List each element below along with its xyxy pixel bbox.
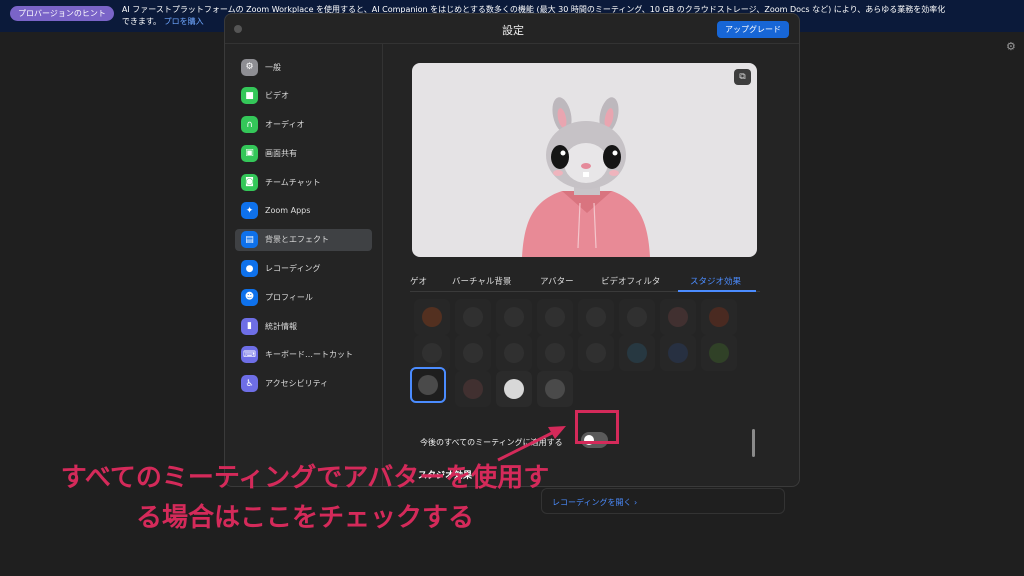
effect-tile[interactable]	[496, 335, 532, 371]
sidebar-item-audio[interactable]: ∩ オーディオ	[235, 114, 372, 136]
sidebar-item-profile[interactable]: ☻ プロフィール	[235, 286, 372, 308]
sidebar-item-keyboard-shortcuts[interactable]: ⌨ キーボード…ートカット	[235, 344, 372, 366]
apply-all-meetings-label: 今後のすべてのミーティングに適用する	[420, 438, 563, 447]
effect-tile[interactable]	[537, 371, 573, 407]
effect-tile[interactable]	[414, 335, 450, 371]
background-icon: ▤	[241, 231, 258, 249]
effect-tile[interactable]	[537, 299, 573, 335]
effect-tile[interactable]	[660, 335, 696, 371]
effect-tile[interactable]	[455, 371, 491, 407]
sidebar-item-general[interactable]: ⚙ 一般	[235, 56, 372, 78]
tab-video[interactable]: ゲオ	[410, 275, 427, 287]
title-bar: 設定 アップグレード	[225, 14, 799, 44]
effects-tabs: ゲオ バーチャル背景 アバター ビデオフィルタ スタジオ効果	[410, 270, 760, 292]
apps-icon: ✦	[241, 202, 258, 220]
record-icon: ●	[241, 260, 258, 278]
effect-tile[interactable]	[537, 335, 573, 371]
tab-video-filter[interactable]: ビデオフィルタ	[601, 275, 660, 287]
active-tab-indicator	[678, 290, 756, 292]
sidebar-item-label: 統計情報	[265, 321, 297, 331]
sidebar-item-video[interactable]: ■ ビデオ	[235, 85, 372, 107]
sidebar-item-label: アクセシビリティ	[265, 379, 329, 389]
tab-studio-effects[interactable]: スタジオ効果	[690, 275, 741, 287]
effect-tile[interactable]	[455, 299, 491, 335]
statistics-icon: ▮	[241, 317, 258, 335]
keyboard-icon: ⌨	[241, 346, 258, 364]
headphones-icon: ∩	[241, 116, 258, 134]
sidebar-item-screen-share[interactable]: ▣ 画面共有	[235, 142, 372, 164]
effect-tile[interactable]	[660, 299, 696, 335]
effects-grid	[410, 299, 737, 409]
profile-icon: ☻	[241, 288, 258, 306]
effect-tile-selected[interactable]	[410, 367, 446, 403]
effect-tile[interactable]	[619, 335, 655, 371]
screen-share-icon: ▣	[241, 144, 258, 162]
sidebar-item-label: キーボード…ートカット	[265, 350, 353, 360]
sidebar-item-statistics[interactable]: ▮ 統計情報	[235, 315, 372, 337]
sidebar-item-accessibility[interactable]: ♿ アクセシビリティ	[235, 373, 372, 395]
accessibility-icon: ♿	[241, 375, 258, 393]
effect-tile[interactable]	[619, 299, 655, 335]
sidebar-item-label: ビデオ	[265, 91, 289, 101]
sidebar-item-label: 画面共有	[265, 148, 297, 158]
sidebar-item-label: レコーディング	[265, 264, 321, 274]
tab-avatar[interactable]: アバター	[540, 275, 574, 287]
promo-banner-line2: できます。	[121, 17, 162, 26]
gear-icon: ⚙	[241, 58, 258, 76]
tab-virtual-background[interactable]: バーチャル背景	[452, 275, 511, 287]
sidebar-item-team-chat[interactable]: ◙ チームチャット	[235, 171, 372, 193]
sidebar-item-background-effects[interactable]: ▤ 背景とエフェクト	[235, 228, 372, 251]
video-camera-icon: ■	[241, 87, 258, 105]
highlight-box	[575, 410, 619, 444]
upgrade-button[interactable]: アップグレード	[717, 21, 789, 38]
sidebar-item-zoom-apps[interactable]: ✦ Zoom Apps	[235, 200, 372, 222]
effect-tile[interactable]	[414, 299, 450, 335]
chat-icon: ◙	[241, 173, 258, 191]
settings-sidebar: ⚙ 一般 ■ ビデオ ∩ オーディオ ▣ 画面共有 ◙ チームチャット ✦ Zo…	[225, 44, 383, 486]
effect-tile[interactable]	[496, 299, 532, 335]
pop-out-icon[interactable]: ⧉	[734, 69, 751, 85]
settings-window: 設定 アップグレード ⚙ 一般 ■ ビデオ ∩ オーディオ ▣ 画面共有 ◙ チ…	[224, 13, 800, 487]
annotation-line1: すべてのミーティングでアバターを使用す	[60, 463, 550, 493]
scrollbar[interactable]	[751, 302, 757, 462]
effect-tile[interactable]	[701, 335, 737, 371]
effect-tile[interactable]	[578, 335, 614, 371]
pro-tip-badge: プロバージョンのヒント	[10, 6, 114, 21]
video-preview: ⧉	[412, 63, 757, 257]
sidebar-item-recording[interactable]: ● レコーディング	[235, 258, 372, 280]
annotation-line2: る場合はここをチェックする	[135, 503, 474, 533]
effect-tile[interactable]	[578, 299, 614, 335]
flower-effect-tile[interactable]	[496, 371, 532, 407]
window-title: 設定	[502, 24, 524, 37]
sidebar-item-label: チームチャット	[265, 177, 321, 187]
effect-tile[interactable]	[701, 299, 737, 335]
sidebar-item-label: 一般	[265, 62, 281, 72]
sidebar-item-label: オーディオ	[265, 120, 305, 130]
squirrel-avatar-illustration	[522, 97, 650, 257]
scrollbar-thumb[interactable]	[752, 429, 755, 457]
buy-pro-link[interactable]: プロを購入	[164, 17, 204, 26]
sidebar-item-label: 背景とエフェクト	[265, 235, 329, 245]
sidebar-item-label: プロフィール	[265, 292, 313, 302]
effect-tile[interactable]	[455, 335, 491, 371]
gear-icon[interactable]: ⚙	[1006, 41, 1018, 53]
sidebar-item-label: Zoom Apps	[265, 206, 311, 216]
